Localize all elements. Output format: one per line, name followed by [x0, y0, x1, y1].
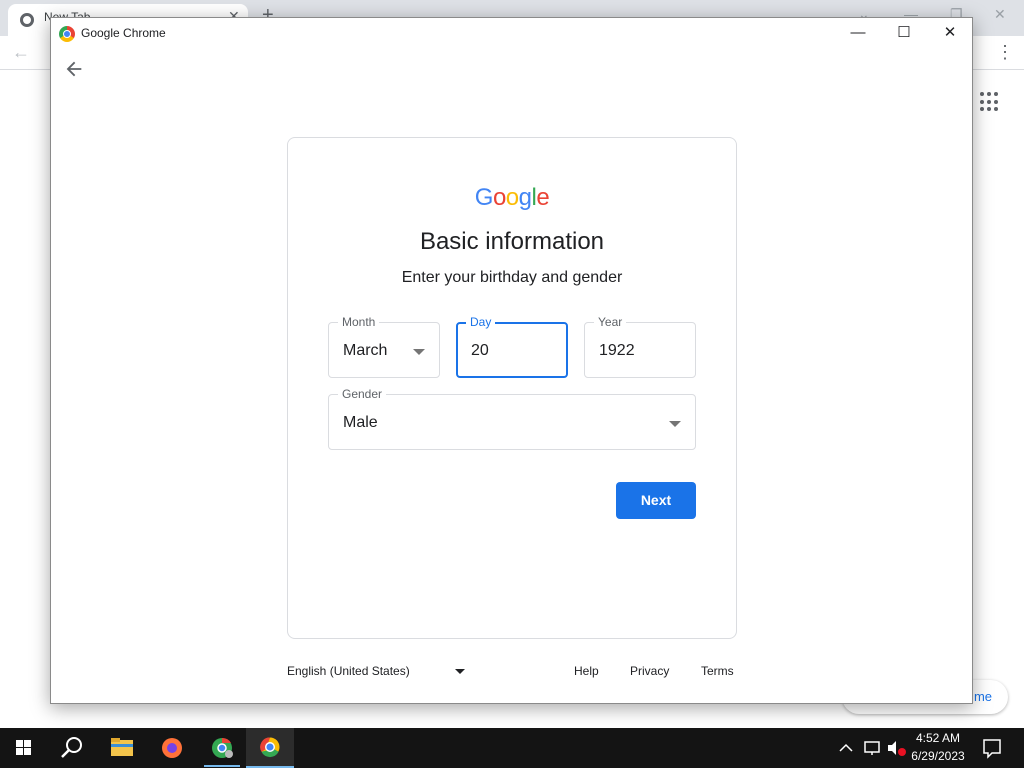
firefox-icon[interactable]: [148, 728, 196, 768]
year-value: 1922: [599, 342, 635, 359]
year-label: Year: [594, 315, 627, 329]
logo-letter: e: [536, 184, 550, 211]
apps-grid-icon[interactable]: [980, 92, 1000, 112]
background-pill-text: me: [973, 689, 992, 704]
page-title: Basic information: [419, 228, 605, 255]
background-close-icon[interactable]: ✕: [994, 6, 1006, 23]
clock-date[interactable]: 6/29/2023: [906, 749, 970, 763]
chrome-icon[interactable]: [246, 728, 294, 768]
network-icon[interactable]: [860, 728, 884, 768]
next-button[interactable]: Next: [616, 482, 696, 519]
close-icon[interactable]: ✕: [927, 20, 973, 46]
month-label: Month: [338, 315, 380, 329]
year-input[interactable]: Year 1922: [584, 315, 696, 378]
day-input[interactable]: Day 20: [456, 315, 568, 378]
notifications-icon[interactable]: [978, 728, 1006, 768]
signup-card: Google Basic information Enter your birt…: [287, 137, 737, 639]
file-explorer-icon[interactable]: [98, 728, 146, 768]
logo-letter: g: [518, 184, 532, 211]
month-select[interactable]: Month March: [328, 315, 440, 378]
google-logo: Google: [288, 184, 736, 212]
language-select[interactable]: English (United States): [287, 664, 410, 678]
chrome-popup-window: Google Chrome — ☐ ✕ Google Basic informa…: [50, 17, 973, 704]
day-value: 20: [471, 342, 489, 359]
day-label: Day: [466, 315, 496, 329]
chevron-down-icon: [669, 421, 681, 427]
windows-start-icon[interactable]: [0, 728, 48, 768]
gender-value: Male: [343, 414, 378, 431]
chrome-tab-icon: [20, 13, 34, 27]
window-title: Google Chrome: [81, 26, 166, 40]
more-menu-icon[interactable]: ⋮: [996, 42, 1014, 63]
terms-link[interactable]: Terms: [701, 664, 734, 678]
page-subtitle: Enter your birthday and gender: [401, 269, 623, 286]
show-hidden-icons-icon[interactable]: [834, 728, 858, 768]
minimize-icon[interactable]: —: [835, 20, 881, 46]
month-value: March: [343, 342, 388, 359]
back-arrow-icon[interactable]: [63, 58, 85, 80]
volume-muted-icon[interactable]: [884, 728, 908, 768]
taskbar: 4:52 AM 6/29/2023: [0, 728, 1024, 768]
gender-label: Gender: [338, 387, 387, 401]
logo-letter: o: [505, 184, 519, 211]
clock-time[interactable]: 4:52 AM: [906, 731, 970, 745]
help-link[interactable]: Help: [574, 664, 599, 678]
gender-select[interactable]: Gender Male: [328, 387, 696, 450]
search-icon[interactable]: [48, 728, 96, 768]
title-bar[interactable]: Google Chrome — ☐ ✕: [51, 18, 972, 48]
maximize-icon[interactable]: ☐: [881, 20, 927, 46]
background-back-icon[interactable]: ←: [12, 42, 30, 63]
privacy-link[interactable]: Privacy: [630, 664, 669, 678]
chevron-down-icon: [413, 349, 425, 355]
logo-letter: o: [492, 184, 506, 211]
footer: English (United States) Help Privacy Ter…: [287, 662, 737, 682]
logo-letter: G: [474, 184, 494, 211]
chrome-profile-icon[interactable]: [198, 728, 246, 768]
chrome-logo-icon: [59, 26, 75, 42]
chevron-down-icon[interactable]: [455, 669, 465, 674]
